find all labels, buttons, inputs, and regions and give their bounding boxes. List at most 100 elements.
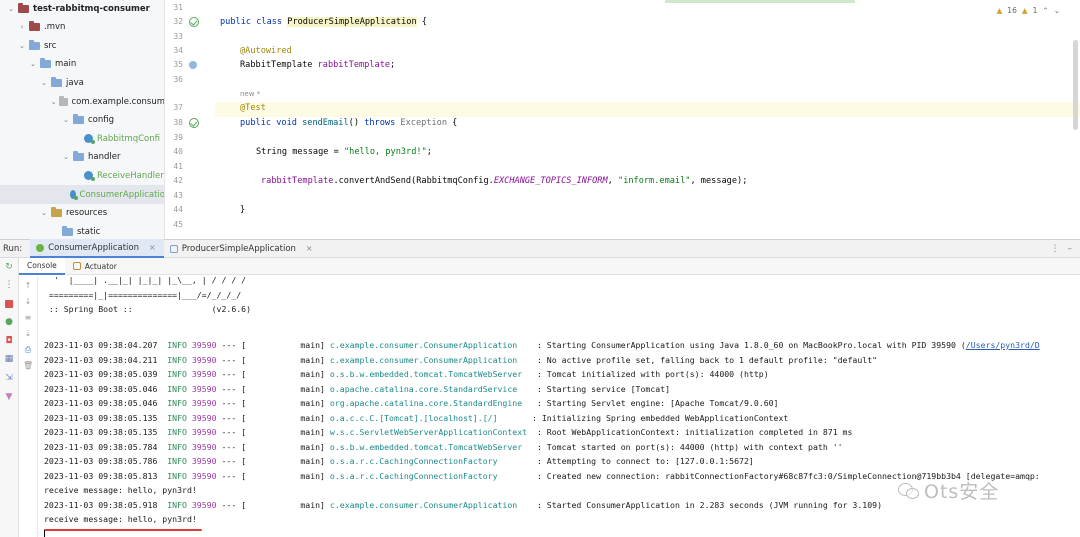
run-test-icon[interactable] [189, 118, 199, 128]
debug-icon[interactable]: ● [4, 318, 14, 327]
editor-scrollbar[interactable] [1073, 40, 1078, 130]
chevron-down-icon[interactable]: ⌄ [61, 116, 71, 124]
log-timestamp: 2023-11-03 09:38:05.786 [44, 456, 168, 466]
print-icon[interactable]: ⎙ [23, 345, 33, 355]
stdout-line: receive message: hello, pyn3rd! [44, 485, 197, 495]
log-thread: --- [ main] [216, 354, 330, 365]
pin-icon[interactable]: ▼ [4, 393, 14, 402]
tree-item-label: handler [88, 152, 121, 163]
tree-item[interactable]: ›RabbitmqConfi [0, 129, 164, 148]
class-name: ProducerSimpleApplication [287, 17, 417, 27]
scroll-end-icon[interactable]: ⇣ [23, 329, 33, 339]
log-level: INFO [167, 470, 187, 481]
tree-item[interactable]: ›static [0, 222, 164, 239]
watermark-text: Ots安全 [924, 481, 1000, 503]
chevron-down-icon[interactable]: ⌄ [17, 42, 27, 50]
line-number: 45 [173, 220, 183, 229]
minimize-icon[interactable]: – [1068, 244, 1073, 254]
chevron-down-icon[interactable]: ⌄ [61, 153, 71, 161]
log-message: : Tomcat initialized with port(s): 44000… [532, 369, 769, 379]
line-number: 32 [173, 17, 183, 26]
line-number: 44 [173, 205, 183, 214]
spring-class-icon [84, 171, 95, 182]
weak-warning-count: 1 [1032, 6, 1038, 15]
log-line: 2023-11-03 09:38:04.207 INFO 39590 --- [… [44, 338, 1040, 352]
tree-item[interactable]: › .mvn [0, 18, 164, 37]
log-logger: org.apache.catalina.core.StandardEngine [329, 398, 533, 408]
rerun-icon[interactable]: ↻ [4, 263, 14, 272]
log-message: : Tomcat started on port(s): 44000 (http… [532, 441, 843, 452]
log-line: 2023-11-03 09:38:05.046 INFO 39590 --- [… [44, 382, 670, 396]
tree-item[interactable]: ⌄ main [0, 55, 164, 74]
arrow-down-icon[interactable]: ↓ [23, 297, 33, 307]
chevron-down-icon[interactable]: ⌄ [39, 209, 49, 217]
log-level: INFO [167, 354, 187, 365]
run-label: Run: [3, 243, 23, 254]
stop-icon[interactable] [5, 300, 13, 308]
tree-item[interactable]: ›ReceiveHandler [0, 166, 164, 185]
test-config-icon [169, 244, 178, 253]
tree-item-label: test-rabbitmq-consumer [33, 3, 150, 14]
log-thread: --- [ main] [216, 499, 330, 510]
code-editor[interactable]: 31 32 33 34 35 36 37 38 39 40 41 42 43 44 45 ▲ 16 ▲ 1 … [165, 0, 1080, 239]
tree-item[interactable]: ⌄ src [0, 36, 164, 55]
spring-boot-icon [36, 243, 45, 252]
more-icon[interactable]: ⋮ [4, 281, 14, 290]
trash-icon[interactable]: 🗑 [23, 361, 33, 371]
arrow-up-icon[interactable]: ↑ [23, 281, 33, 291]
chevron-down-icon[interactable]: ⌄ [1054, 6, 1060, 15]
chevron-down-icon[interactable]: ⌄ [28, 60, 38, 68]
log-link[interactable]: /Users/pyn3rd/D [966, 340, 1040, 350]
chevron-up-icon[interactable]: ⌃ [1042, 6, 1048, 15]
log-pid: 39590 [186, 340, 217, 350]
inspection-widget[interactable]: ▲ 16 ▲ 1 ⌃ ⌄ [997, 6, 1060, 15]
log-thread: --- [ main] [216, 470, 330, 481]
chevron-down-icon[interactable]: ⌄ [50, 98, 57, 106]
layout-icon[interactable]: ▦ [4, 355, 14, 364]
line-number: 36 [173, 75, 183, 84]
run-tab-producer[interactable]: ProducerSimpleApplication × [164, 239, 321, 258]
tree-item[interactable]: ⌄ java [0, 73, 164, 92]
tree-item-label: java [66, 77, 84, 88]
log-message: : Starting Servlet engine: [Apache Tomca… [532, 398, 779, 408]
tree-item-label: static [77, 226, 101, 237]
log-thread: --- [ main] [216, 441, 330, 452]
folder-icon [51, 76, 62, 87]
log-message: : Starting service [Tomcat] [532, 383, 671, 394]
chevron-right-icon[interactable]: › [17, 23, 27, 31]
exit-icon[interactable]: ⇲ [4, 374, 14, 383]
settings-icon[interactable]: ⋮ [1051, 244, 1060, 254]
log-line: 2023-11-03 09:38:05.039 INFO 39590 --- [… [44, 367, 769, 381]
log-pid: 39590 [186, 412, 217, 423]
line-number: 35 [173, 60, 183, 69]
warning-icon: ▲ [996, 6, 1003, 15]
log-timestamp: 2023-11-03 09:38:04.211 [44, 354, 168, 365]
bean-icon[interactable] [189, 61, 197, 69]
code-line-32: public class ProducerSimpleApplication { [220, 17, 427, 27]
tree-item[interactable]: ⌄ handler [0, 148, 164, 167]
run-class-icon[interactable] [189, 17, 199, 27]
soft-wrap-icon[interactable]: ≡ [23, 313, 33, 323]
log-pid: 39590 [186, 456, 217, 466]
run-tab-consumer[interactable]: ConsumerApplication × [30, 239, 164, 258]
tab-console[interactable]: Console [19, 257, 65, 275]
chevron-down-icon[interactable]: ⌄ [39, 79, 49, 87]
line-number: 40 [173, 147, 183, 156]
tree-item[interactable]: ⌄ test-rabbitmq-consumer [0, 0, 164, 18]
log-level: INFO [167, 427, 187, 437]
camera-icon[interactable]: ◘ [4, 337, 14, 346]
usage-hint[interactable]: new * [240, 87, 260, 101]
chevron-down-icon[interactable]: ⌄ [6, 5, 16, 13]
tree-item[interactable]: ⌄ resources [0, 204, 164, 223]
close-icon[interactable]: × [306, 244, 313, 253]
tree-item[interactable]: ⌄ com.example.consum [0, 92, 164, 111]
tab-actuator[interactable]: Actuator [65, 258, 125, 275]
log-thread: --- [ main] [216, 340, 330, 350]
tree-item[interactable]: ⌄ config [0, 111, 164, 130]
log-level: INFO [167, 441, 187, 452]
close-icon[interactable]: × [149, 243, 156, 252]
tree-item[interactable]: ›ConsumerApplicatio [0, 185, 164, 204]
log-level: INFO [167, 383, 187, 394]
project-tree: ⌄ test-rabbitmq-consumer › .mvn ⌄ src ⌄ main ⌄ ja… [0, 0, 165, 239]
code-line-44: } [240, 205, 246, 215]
